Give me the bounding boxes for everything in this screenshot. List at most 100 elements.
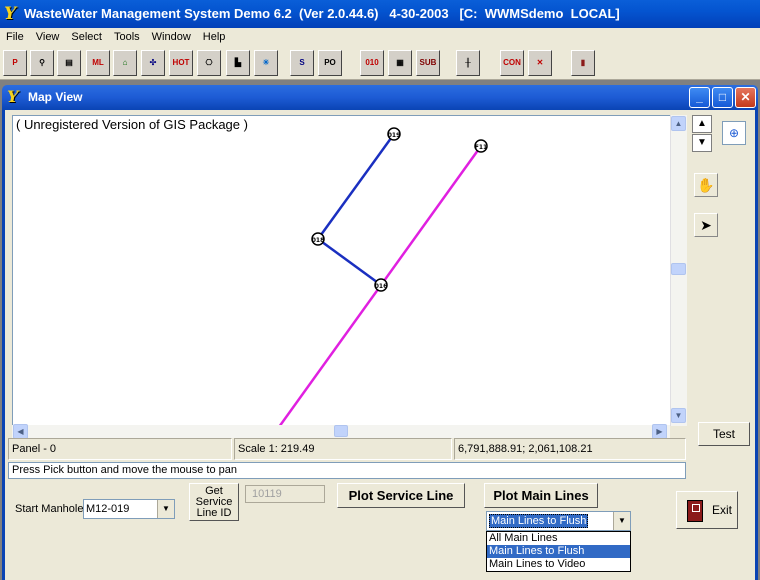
building-icon-glyph: ▙ xyxy=(234,58,242,67)
dropdown-option-all[interactable]: All Main Lines xyxy=(487,532,630,545)
zoom-icon[interactable]: ⊕ xyxy=(722,121,746,145)
node-019[interactable]: 019 xyxy=(387,127,401,141)
exit-button[interactable]: Exit xyxy=(676,491,738,529)
menu-file[interactable]: File xyxy=(0,28,30,47)
chevron-down-icon[interactable]: ▼ xyxy=(157,500,174,518)
route-icon[interactable]: S xyxy=(290,50,314,76)
ml-icon[interactable]: ML xyxy=(86,50,110,76)
menu-help[interactable]: Help xyxy=(197,28,232,47)
search-icon[interactable]: ⚲ xyxy=(30,50,54,76)
dropdown-option-video[interactable]: Main Lines to Video xyxy=(487,558,630,571)
house-icon[interactable]: ⌂ xyxy=(113,50,137,76)
map-vertical-scrollbar[interactable]: ▲ ▼ xyxy=(670,115,687,426)
scroll-up-icon[interactable]: ▲ xyxy=(671,116,686,131)
subdiv-icon-glyph: SUB xyxy=(419,58,437,67)
start-manhole-select[interactable]: M12-019 ▼ xyxy=(83,499,175,519)
scroll-down-icon[interactable]: ▼ xyxy=(671,408,686,423)
start-manhole-label: Start Manhole xyxy=(15,503,84,515)
chevron-down-icon[interactable]: ▼ xyxy=(613,512,630,530)
menu-bar: File View Select Tools Window Help xyxy=(0,28,760,47)
scroll-left-icon[interactable]: ◀ xyxy=(13,424,28,439)
camera-icon-glyph: ⎔ xyxy=(205,58,213,67)
p-icon[interactable]: P xyxy=(3,50,27,76)
plot-service-line-button[interactable]: Plot Service Line xyxy=(337,483,465,508)
map-view-logo-icon: Y xyxy=(7,87,19,106)
get-service-line-id-label: Get Service Line ID xyxy=(195,485,233,519)
close-button[interactable]: ✕ xyxy=(735,87,756,108)
service-line-segment-2 xyxy=(317,237,382,287)
menu-tools[interactable]: Tools xyxy=(108,28,146,47)
start-manhole-value: M12-019 xyxy=(86,503,130,515)
node-018[interactable]: 018 xyxy=(311,232,325,246)
search-icon-glyph: ⚲ xyxy=(39,58,45,67)
get-service-line-id-button[interactable]: Get Service Line ID xyxy=(189,483,239,521)
pipe-icon[interactable]: ╫ xyxy=(456,50,480,76)
door-icon-glyph: ▮ xyxy=(580,58,586,67)
network-icon-glyph: ✣ xyxy=(149,58,157,67)
binary-icon-glyph: 010 xyxy=(365,58,379,67)
node-label: 018 xyxy=(312,237,325,244)
app-title: WasteWater Management System Demo 6.2 (V… xyxy=(24,6,620,21)
main-lines-selected-value: Main Lines to Flush xyxy=(489,514,589,528)
hot-icon[interactable]: HOT xyxy=(169,50,193,76)
building-icon[interactable]: ▙ xyxy=(226,50,250,76)
service-line-id-field[interactable]: 10119 xyxy=(245,485,325,503)
plot-main-lines-button[interactable]: Plot Main Lines xyxy=(484,483,598,508)
maximize-button[interactable]: □ xyxy=(712,87,733,108)
status-coords: 6,791,888.91; 2,061,108.21 xyxy=(454,438,686,460)
manhole-icon[interactable]: ▤ xyxy=(57,50,81,76)
ml-icon-glyph: ML xyxy=(92,58,104,67)
app-logo-icon: Y xyxy=(4,4,17,24)
menu-view[interactable]: View xyxy=(30,28,66,47)
node-f11[interactable]: F11 xyxy=(474,139,488,153)
network-icon[interactable]: ✣ xyxy=(141,50,165,76)
node-016[interactable]: 016 xyxy=(374,278,388,292)
test-button[interactable]: Test xyxy=(698,422,750,446)
p-icon-glyph: P xyxy=(12,58,18,67)
binary-icon[interactable]: 010 xyxy=(360,50,384,76)
door-icon[interactable]: ▮ xyxy=(571,50,595,76)
po-icon-glyph: PO xyxy=(324,58,336,67)
pointer-icon[interactable]: ➤ xyxy=(694,213,718,237)
status-bar: Panel - 0 Scale 1: 219.49 6,791,888.91; … xyxy=(8,438,686,460)
contrib-icon[interactable]: CON xyxy=(500,50,524,76)
main-lines-select[interactable]: Main Lines to Flush ▼ xyxy=(486,511,631,531)
dropdown-option-flush[interactable]: Main Lines to Flush xyxy=(487,545,630,558)
panel-icon[interactable]: ▦ xyxy=(388,50,412,76)
subdiv-icon[interactable]: SUB xyxy=(416,50,440,76)
main-lines-dropdown: All Main Lines Main Lines to Flush Main … xyxy=(486,531,631,572)
hand-pan-icon[interactable]: ✋ xyxy=(694,173,718,197)
route-icon-glyph: S xyxy=(299,58,305,67)
menu-select[interactable]: Select xyxy=(65,28,108,47)
door-icon xyxy=(687,500,703,522)
contrib-icon-glyph: CON xyxy=(503,58,521,67)
manhole-icon-glyph: ▤ xyxy=(65,58,73,67)
status-scale: Scale 1: 219.49 xyxy=(234,438,452,460)
camera-icon[interactable]: ⎔ xyxy=(197,50,221,76)
app-title-bar: Y WasteWater Management System Demo 6.2 … xyxy=(0,0,760,28)
pipe-icon-glyph: ╫ xyxy=(465,58,471,67)
scroll-right-icon[interactable]: ▶ xyxy=(652,424,667,439)
menu-window[interactable]: Window xyxy=(146,28,197,47)
node-label: F11 xyxy=(475,144,487,151)
house-icon-glyph: ⌂ xyxy=(122,58,128,67)
po-icon[interactable]: PO xyxy=(318,50,342,76)
pan-up-button[interactable]: ▲ xyxy=(692,115,712,133)
lightbulb-icon-glyph: ☀ xyxy=(262,58,270,67)
exit-label: Exit xyxy=(712,503,733,517)
map-view-title: Map View xyxy=(28,90,83,104)
vertical-scroll-thumb[interactable] xyxy=(671,263,686,275)
worker-icon-glyph: ✕ xyxy=(536,58,544,67)
map-drawing: 019 F11 018 016 xyxy=(278,127,488,425)
pan-down-button[interactable]: ▼ xyxy=(692,134,712,152)
map-canvas[interactable]: ( Unregistered Version of GIS Package ) … xyxy=(12,115,687,426)
hot-icon-glyph: HOT xyxy=(172,58,190,67)
horizontal-scroll-thumb[interactable] xyxy=(334,425,348,437)
map-horizontal-scrollbar[interactable]: ◀ ▶ xyxy=(12,424,670,439)
lightbulb-icon[interactable]: ☀ xyxy=(254,50,278,76)
worker-icon[interactable]: ✕ xyxy=(528,50,552,76)
map-view-title-bar: Y Map View _ □ ✕ xyxy=(2,85,758,110)
minimize-button[interactable]: _ xyxy=(689,87,710,108)
status-message: Press Pick button and move the mouse to … xyxy=(8,462,686,479)
status-panel: Panel - 0 xyxy=(8,438,232,460)
